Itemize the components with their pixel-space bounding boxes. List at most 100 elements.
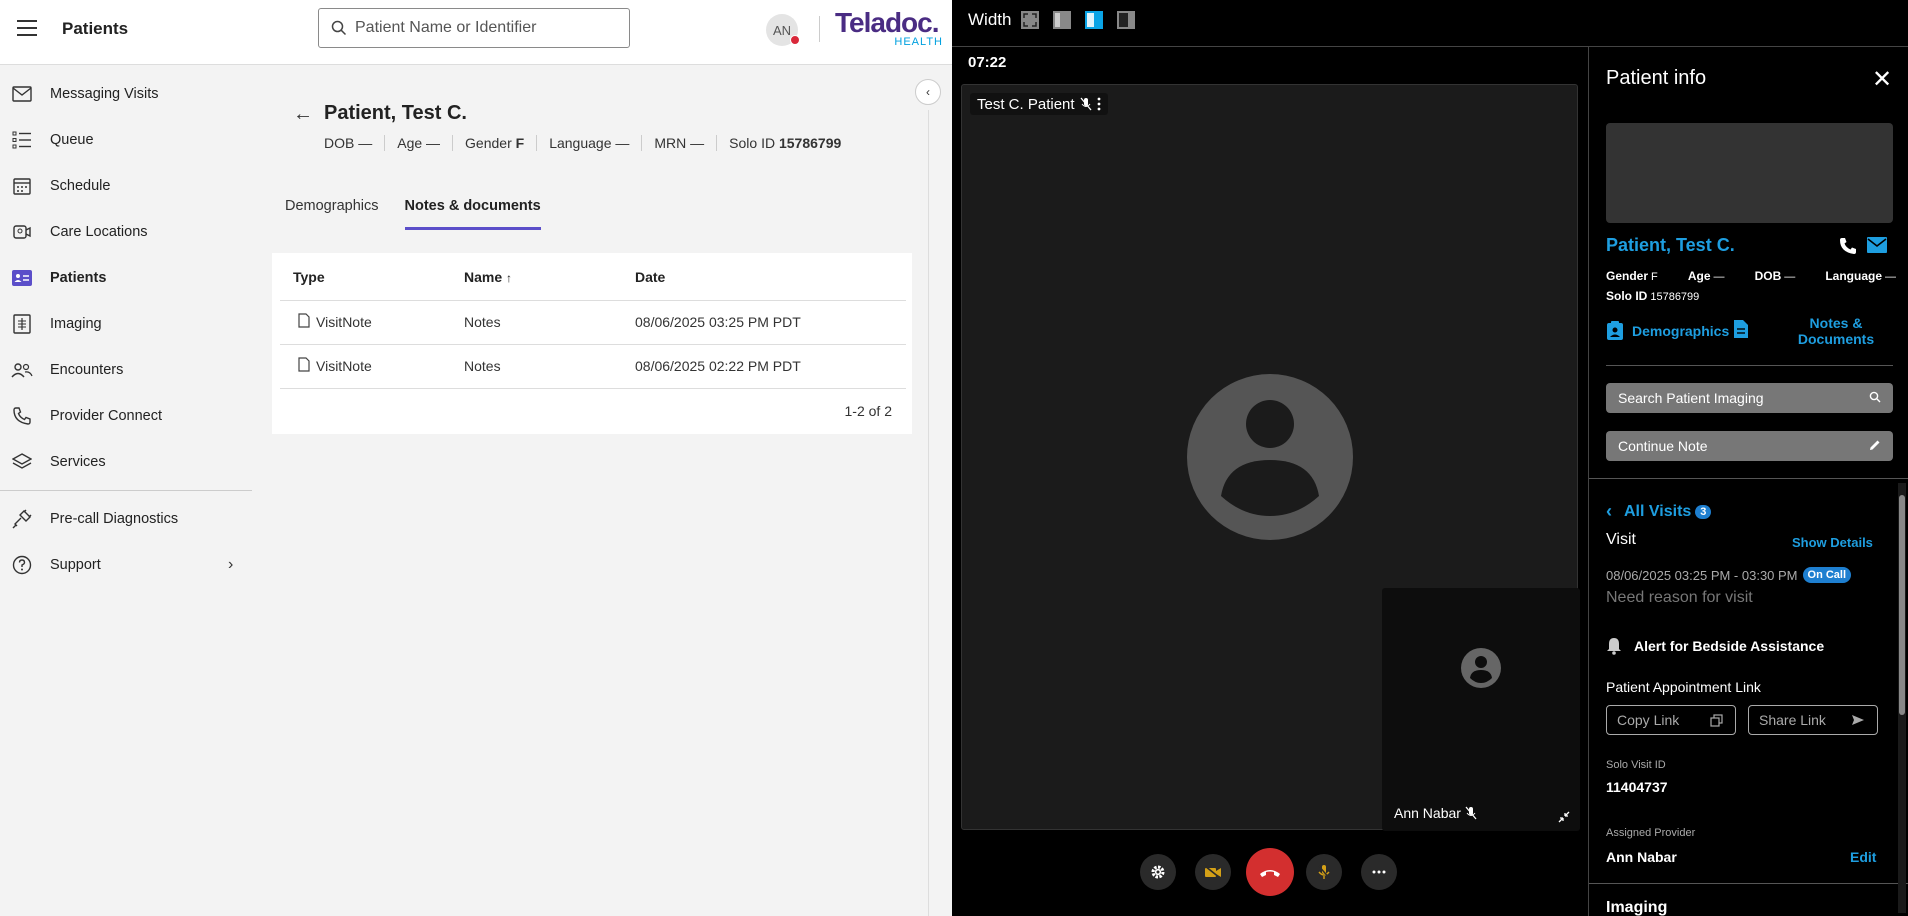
share-link-button[interactable]: Share Link <box>1748 705 1878 735</box>
self-video: Ann Nabar <box>1382 588 1580 831</box>
cell-date: 08/06/2025 03:25 PM PDT <box>635 314 801 330</box>
assigned-provider-label: Assigned Provider <box>1606 827 1696 839</box>
demographics-link-label: Demographics <box>1632 323 1730 339</box>
meta-gender: Gender F <box>453 135 538 151</box>
content-divider <box>928 110 929 916</box>
meta-label: Age <box>1687 269 1711 283</box>
pencil-icon <box>1870 440 1880 450</box>
participant-avatar-icon <box>1187 374 1353 540</box>
continue-note-button[interactable]: Continue Note <box>1606 431 1893 461</box>
call-phone-icon[interactable] <box>1838 236 1858 256</box>
minimize-icon[interactable] <box>1558 811 1570 823</box>
sidebar-item-support[interactable]: Support › <box>0 542 256 588</box>
copy-link-button[interactable]: Copy Link <box>1606 705 1736 735</box>
sidebar-item-queue[interactable]: Queue <box>0 117 256 163</box>
tab-notes-documents[interactable]: Notes & documents <box>404 196 541 230</box>
narrow-width-icon[interactable] <box>1052 10 1072 30</box>
column-header-type[interactable]: Type <box>293 269 325 285</box>
pi-age: Age — <box>1688 269 1725 283</box>
sidebar-item-label: Patients <box>50 270 107 286</box>
call-toolbar: Width <box>952 0 1908 47</box>
mic-muted-icon <box>1317 864 1331 880</box>
copy-link-label: Copy Link <box>1617 712 1680 728</box>
edit-provider-link[interactable]: Edit <box>1850 849 1876 865</box>
tab-demographics[interactable]: Demographics <box>285 196 379 230</box>
pagination-summary: 1-2 of 2 <box>844 403 892 419</box>
pi-solo-id: Solo ID 15786799 <box>1606 289 1896 303</box>
column-header-name-label: Name <box>464 269 503 285</box>
visit-details-scroll[interactable]: ‹ All Visits 3 Visit Show Details 08/06/… <box>1589 479 1908 916</box>
meta-value: — <box>615 135 630 151</box>
people-icon <box>11 359 33 381</box>
sidebar-item-imaging[interactable]: Imaging <box>0 301 256 347</box>
mic-muted-icon <box>1465 806 1477 820</box>
sidebar-item-pre-call-diagnostics[interactable]: Pre-call Diagnostics <box>0 496 256 542</box>
patient-search[interactable] <box>318 8 630 48</box>
sidebar-item-label: Services <box>50 454 106 470</box>
sidebar-item-provider-connect[interactable]: Provider Connect <box>0 393 256 439</box>
scrollbar-thumb[interactable] <box>1899 495 1905 715</box>
demographics-link[interactable]: Demographics <box>1606 321 1729 341</box>
column-header-date[interactable]: Date <box>635 269 665 285</box>
cell-date: 08/06/2025 02:22 PM PDT <box>635 358 801 374</box>
more-options-button[interactable] <box>1361 854 1397 890</box>
patient-photo-placeholder <box>1606 123 1893 223</box>
search-patient-imaging-button[interactable]: Search Patient Imaging <box>1606 383 1893 413</box>
logo-wordmark: Teladoc. <box>835 7 940 38</box>
show-details-link[interactable]: Show Details <box>1792 535 1873 550</box>
camera-off-icon <box>1204 865 1221 879</box>
fullscreen-width-icon[interactable] <box>1020 10 1040 30</box>
calendar-icon <box>11 175 33 197</box>
status-dot <box>790 35 800 45</box>
meta-value: — <box>1784 271 1796 283</box>
patient-info-links: Demographics Notes & Documents <box>1606 315 1896 355</box>
bedside-alert-button[interactable]: Alert for Bedside Assistance <box>1606 637 1824 655</box>
location-icon <box>11 221 33 243</box>
close-icon[interactable]: ✕ <box>1872 65 1892 94</box>
patient-info-title: Patient info <box>1606 67 1707 89</box>
all-visits-link[interactable]: ‹ All Visits 3 <box>1606 501 1712 522</box>
help-icon <box>11 554 33 576</box>
end-call-button[interactable] <box>1246 848 1294 896</box>
camera-off-button[interactable] <box>1195 854 1231 890</box>
solo-visit-id-value: 11404737 <box>1606 779 1668 795</box>
notes-documents-link[interactable]: Notes & Documents <box>1776 315 1896 347</box>
imaging-heading: Imaging <box>1606 899 1668 916</box>
patient-search-input[interactable] <box>355 19 605 37</box>
column-header-name[interactable]: Name ↑ <box>464 269 512 285</box>
sidebar-item-schedule[interactable]: Schedule <box>0 163 256 209</box>
half-width-icon[interactable] <box>1084 10 1104 30</box>
table-row[interactable]: VisitNote Notes 08/06/2025 02:22 PM PDT <box>280 345 906 389</box>
search-icon <box>1869 391 1881 403</box>
wide-width-icon[interactable] <box>1116 10 1136 30</box>
microphone-button[interactable] <box>1306 854 1342 890</box>
tab-bar: Demographics Notes & documents <box>285 196 567 230</box>
send-icon <box>1852 715 1864 725</box>
hamburger-menu-icon[interactable] <box>17 20 37 36</box>
self-participant-name: Ann Nabar <box>1394 805 1461 821</box>
call-controls <box>952 848 1582 898</box>
sidebar-item-patients[interactable]: Patients <box>0 255 256 301</box>
collapse-panel-button[interactable]: ‹ <box>915 79 941 105</box>
meta-label: Gender <box>1606 269 1649 283</box>
patient-info-name[interactable]: Patient, Test C. <box>1606 235 1735 256</box>
app-root: Patients AN Teladoc. HEALTH Messaging Vi… <box>0 0 1908 916</box>
email-icon[interactable] <box>1866 236 1888 254</box>
sidebar-item-encounters[interactable]: Encounters <box>0 347 256 393</box>
patient-info-meta: Gender F Age — DOB — Language — Solo ID 15786… <box>1606 269 1896 303</box>
table-row[interactable]: VisitNote Notes 08/06/2025 03:25 PM PDT <box>280 301 906 345</box>
meta-mrn: MRN — <box>642 135 718 151</box>
hang-up-icon <box>1260 870 1280 877</box>
visits-count-badge: 3 <box>1695 504 1712 519</box>
page-title: Patient, Test C. <box>324 102 467 124</box>
pi-language: Language — <box>1825 269 1896 283</box>
sidebar-item-care-locations[interactable]: Care Locations <box>0 209 256 255</box>
sidebar-item-services[interactable]: Services <box>0 439 256 485</box>
more-vertical-icon[interactable] <box>1097 97 1101 111</box>
meta-value: — <box>1713 271 1725 283</box>
back-arrow-icon[interactable]: ← <box>293 103 313 126</box>
document-icon <box>298 313 310 331</box>
sidebar-item-messaging-visits[interactable]: Messaging Visits <box>0 71 256 117</box>
settings-button[interactable] <box>1140 854 1176 890</box>
search-icon <box>331 20 347 36</box>
